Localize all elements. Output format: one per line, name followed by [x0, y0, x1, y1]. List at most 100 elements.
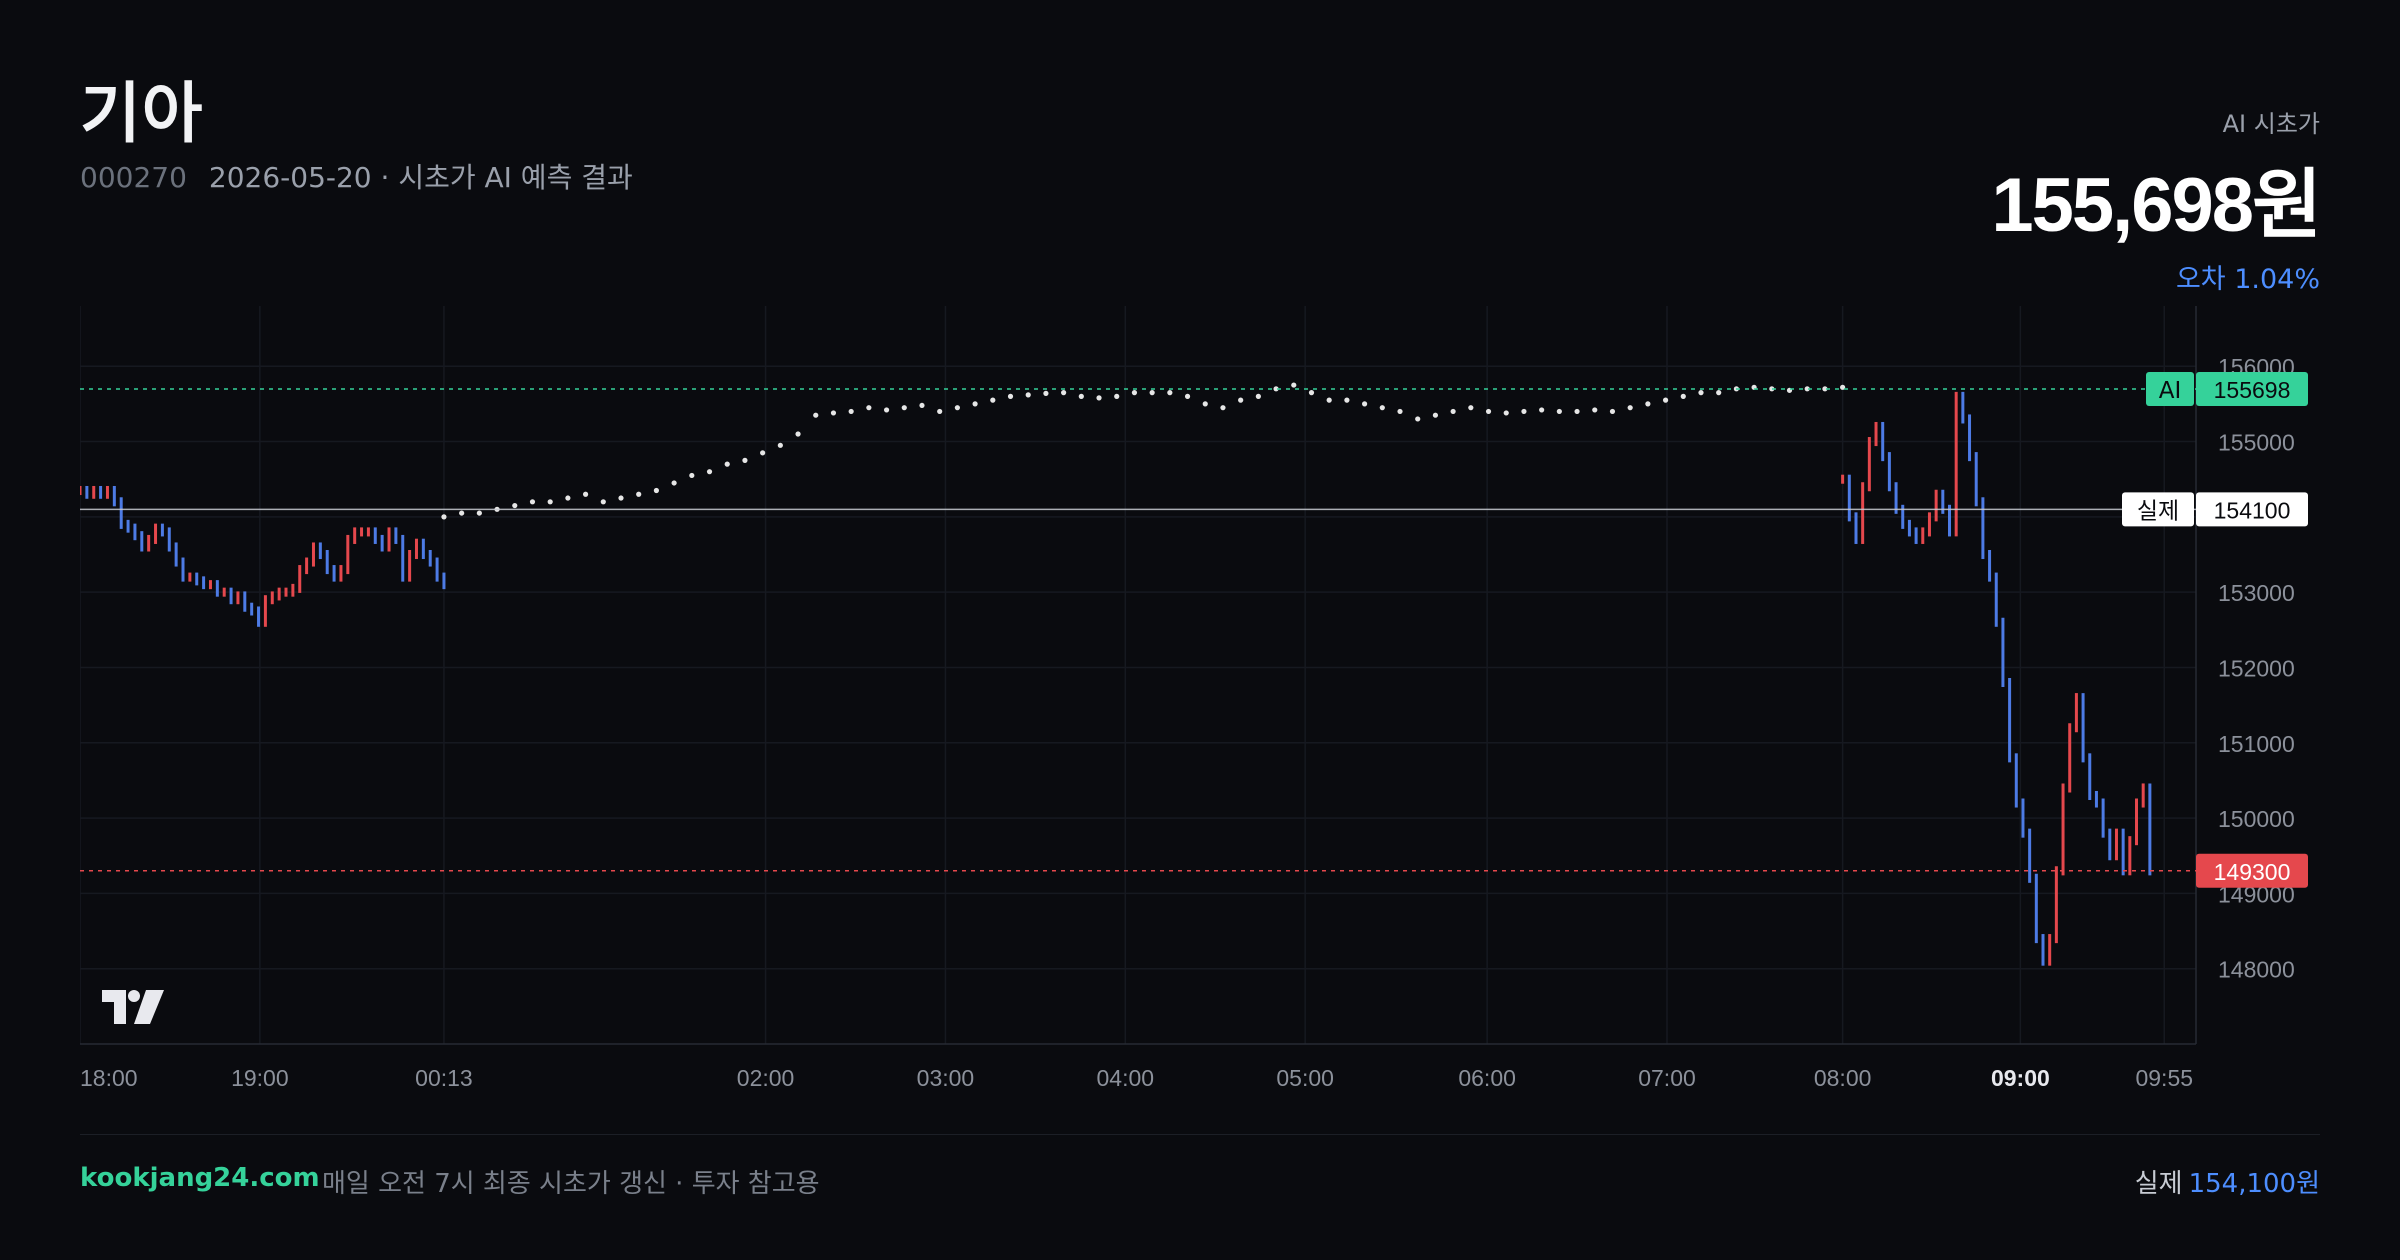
actual-label: 실제	[2134, 1169, 2183, 1199]
prediction-dot	[1698, 390, 1704, 396]
prediction-dot	[582, 491, 589, 497]
x-tick-label: 09:00	[1991, 1065, 2050, 1091]
prediction-dot	[848, 408, 854, 415]
prediction-dot	[1184, 393, 1191, 399]
prediction-dot	[653, 487, 660, 494]
prediction-dot	[1574, 408, 1580, 415]
prediction-dot	[1061, 390, 1067, 396]
prediction-dot	[1202, 401, 1208, 407]
x-tick-label: 19:00	[231, 1065, 289, 1091]
prediction-dot	[1609, 408, 1616, 415]
prediction-dot	[1096, 395, 1102, 401]
prediction-dot	[547, 499, 553, 505]
x-tick-label: 05:00	[1276, 1065, 1334, 1091]
chart-svg[interactable]: 1480001490001500001510001520001530001540…	[80, 306, 2320, 1096]
x-tick-label: 03:00	[917, 1065, 975, 1091]
x-tick-label: 04:00	[1097, 1065, 1155, 1091]
prediction-dot	[919, 402, 925, 409]
x-tick-label: 06:00	[1458, 1065, 1516, 1091]
prediction-dot	[1238, 397, 1244, 403]
prediction-dot	[1716, 390, 1722, 396]
actual-price: 실제 154,100원	[2135, 1163, 2320, 1200]
prediction-dot	[1344, 397, 1350, 403]
prediction-dot	[636, 491, 642, 497]
stock-code: 000270	[80, 161, 187, 194]
prediction-dot	[972, 401, 978, 407]
prediction-dot	[1167, 390, 1173, 396]
ref-label-text: AI	[2159, 378, 2182, 404]
prediction-dot	[1131, 390, 1138, 396]
prediction-dot	[760, 450, 766, 456]
prediction-dot	[600, 499, 606, 505]
prediction-dot	[1485, 408, 1492, 415]
actual-value: 154,100원	[2188, 1169, 2320, 1199]
prediction-dot	[1539, 407, 1545, 413]
y-tick-label: 151000	[2218, 731, 2295, 757]
prediction-dot	[1645, 401, 1651, 407]
prediction-dot	[830, 410, 837, 416]
plot-area[interactable]	[80, 306, 2196, 1044]
prediction-dot	[1025, 392, 1031, 398]
prediction-dot	[512, 502, 518, 509]
prediction-dot	[1149, 390, 1155, 396]
prediction-dot	[459, 510, 465, 516]
prediction-dot	[1379, 405, 1385, 411]
x-tick-label: 02:00	[737, 1065, 795, 1091]
prediction-dot	[689, 472, 695, 479]
prediction-dot	[441, 514, 447, 520]
prediction-dot	[1432, 412, 1439, 418]
brand-link[interactable]: kookjang24.com	[80, 1163, 320, 1193]
prediction-dot	[1114, 393, 1120, 399]
x-tick-label: 08:00	[1814, 1065, 1872, 1091]
prediction-dot	[1592, 407, 1598, 413]
prediction-dot	[1556, 408, 1562, 415]
subtitle-line: 000270 2026-05-20 · 시초가 AI 예측 결과	[80, 156, 633, 196]
footer-note: 매일 오전 7시 최종 시초가 갱신 · 투자 참고용	[322, 1169, 820, 1199]
prediction-dot	[777, 442, 783, 448]
x-tick-label: 00:13	[415, 1065, 473, 1091]
prediction-dot	[1007, 393, 1014, 399]
footer: kookjang24.com 매일 오전 7시 최종 시초가 갱신 · 투자 참…	[80, 1134, 2320, 1225]
prediction-dot	[1255, 393, 1261, 399]
prediction-dot	[1397, 408, 1403, 415]
ai-price-label: AI 시초가	[2222, 110, 2320, 138]
prediction-dot	[1043, 390, 1049, 396]
prediction-dot	[1361, 401, 1368, 407]
prediction-dot	[529, 499, 536, 505]
prediction-dot	[866, 405, 872, 411]
y-tick-label: 148000	[2218, 957, 2295, 983]
prediction-dot	[724, 461, 730, 467]
prediction-dot	[1326, 397, 1332, 403]
prediction-dot	[1627, 405, 1633, 411]
prediction-dot	[742, 457, 748, 463]
ref-value-text: 155698	[2214, 377, 2291, 403]
prediction-dot	[1503, 410, 1509, 416]
ref-value-text: 154100	[2214, 497, 2291, 523]
x-tick-label: 18:00	[80, 1065, 138, 1091]
prediction-dot	[954, 405, 960, 411]
prediction-dot	[1680, 393, 1686, 399]
y-tick-label: 153000	[2218, 580, 2295, 606]
x-tick-label: 09:55	[2135, 1065, 2193, 1091]
y-tick-label: 150000	[2218, 806, 2295, 832]
price-chart[interactable]: 1480001490001500001510001520001530001540…	[80, 306, 2320, 1096]
prediction-dot	[1415, 416, 1421, 422]
prediction-date: 2026-05-20 · 시초가 AI 예측 결과	[208, 161, 633, 194]
prediction-dot	[1662, 397, 1669, 403]
y-tick-label: 152000	[2218, 655, 2295, 681]
error-rate: 오차 1.04%	[2175, 264, 2320, 295]
prediction-dot	[795, 431, 801, 437]
ref-value-text: 149300	[2214, 859, 2291, 885]
ai-prediction-block: AI 시초가 155,698원 오차 1.04%	[1991, 104, 2322, 296]
prediction-dot	[813, 412, 819, 418]
ref-label-text: 실제	[2137, 498, 2179, 524]
prediction-dot	[1468, 405, 1474, 411]
prediction-dot	[1078, 393, 1084, 399]
stock-title: 기아	[80, 75, 204, 152]
prediction-dot	[476, 510, 482, 516]
prediction-dot	[883, 407, 890, 413]
prediction-dot	[937, 408, 943, 415]
ai-price-value: 155,698원	[1991, 163, 2322, 248]
prediction-dot	[1291, 382, 1297, 388]
prediction-dot	[706, 469, 713, 475]
